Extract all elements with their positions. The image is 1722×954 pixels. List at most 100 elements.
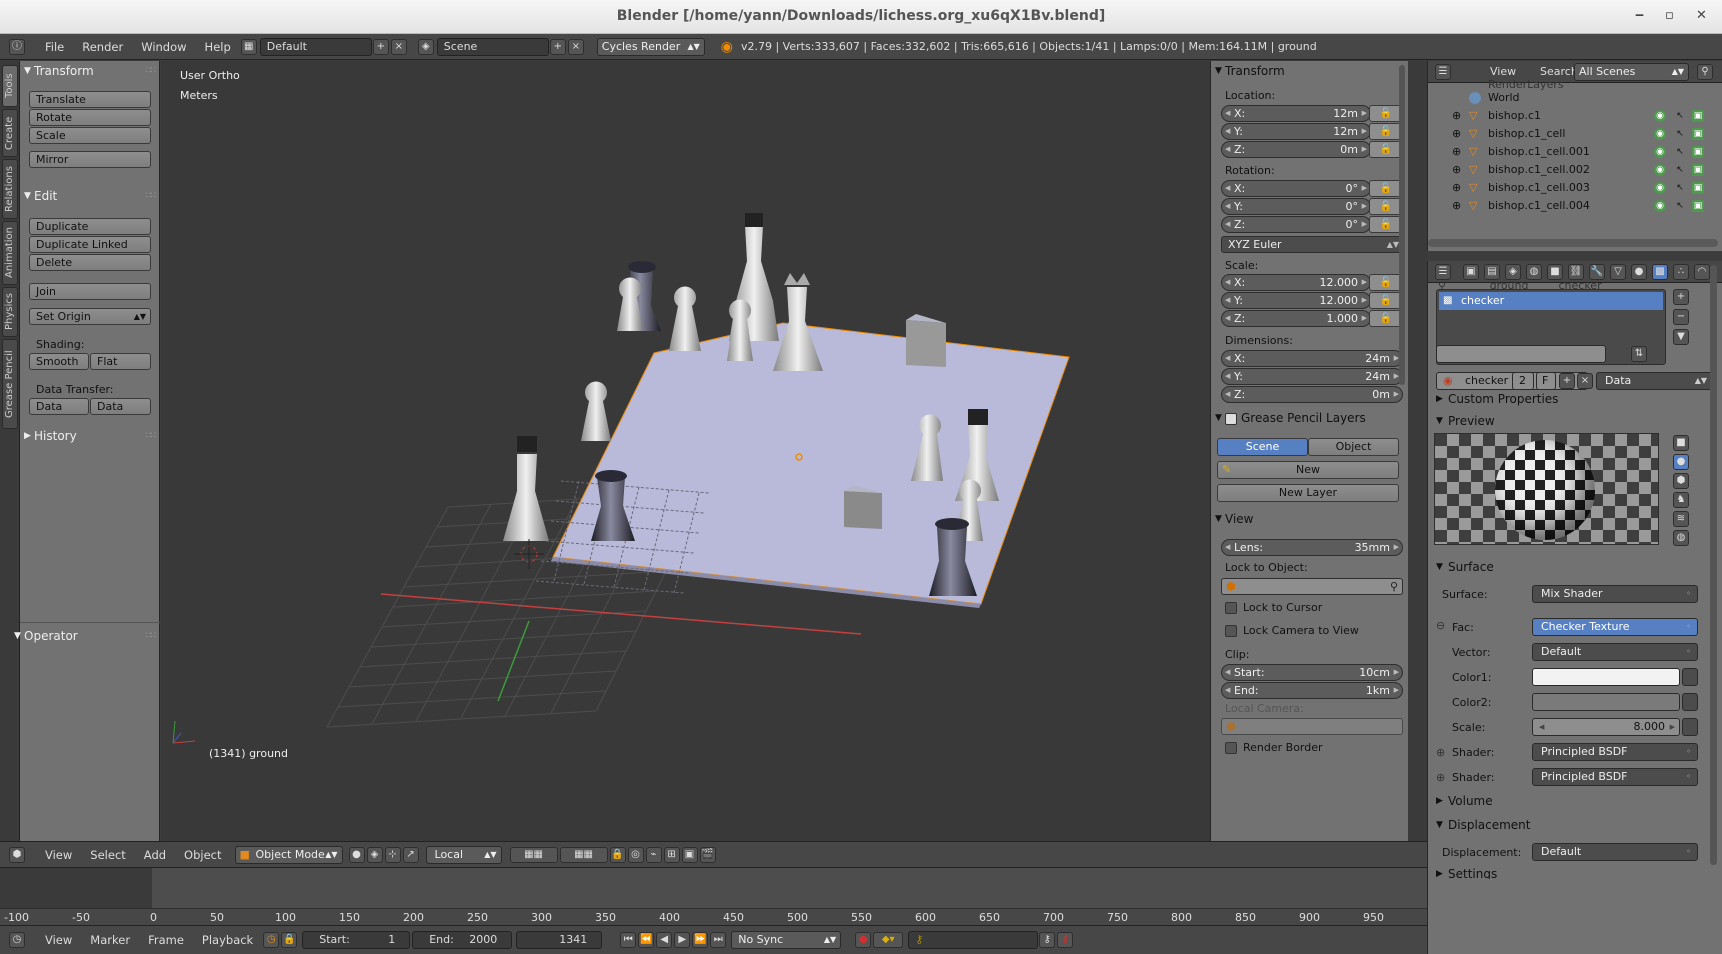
lock-icon[interactable]: 🔓	[1369, 198, 1403, 215]
outliner-row[interactable]: ⊕ ▽ bishop.c1_cell ◉ ↖ ▣	[1428, 125, 1722, 143]
scale-socket[interactable]	[1682, 718, 1698, 736]
outliner-editor-icon[interactable]: ☰	[1435, 64, 1451, 80]
eye-icon[interactable]: ◉	[1654, 200, 1666, 212]
scale-y-field[interactable]: ◀ Y: 12.000 ▶	[1221, 292, 1371, 309]
preview-cube-icon[interactable]: ⬢	[1673, 473, 1689, 489]
render-tab-icon[interactable]: ▣	[1463, 263, 1479, 280]
render-engine-dropdown[interactable]: Cycles Render ▲▼	[596, 37, 705, 56]
data-tab-icon[interactable]: ▽	[1610, 263, 1626, 280]
material-tab-icon[interactable]: ●	[1631, 263, 1647, 280]
tab-tools[interactable]: Tools	[2, 65, 18, 107]
snap-toggle-icon[interactable]: ⌁	[645, 846, 662, 863]
menu-file[interactable]: File	[36, 40, 73, 54]
eye-icon[interactable]: ◉	[1654, 128, 1666, 140]
rotation-y-field[interactable]: ◀ Y: 0° ▶	[1221, 198, 1371, 215]
drag-grip-icon[interactable]: ∷∷	[146, 626, 157, 646]
viewport-shading-icon[interactable]: ●	[348, 846, 365, 863]
smooth-button[interactable]: Smooth	[29, 353, 89, 370]
outliner-scrollbar[interactable]	[1428, 239, 1718, 247]
cursor-icon[interactable]: ↖	[1674, 200, 1686, 212]
scale-field[interactable]: ◀ 8.000 ▶	[1532, 718, 1680, 736]
grease-pencil-header[interactable]: ▼ Grease Pencil Layers	[1211, 408, 1408, 428]
cursor-icon[interactable]: ↖	[1674, 128, 1686, 140]
lock-object-field[interactable]: ⬢ ⚲	[1221, 578, 1403, 595]
shader2-dropdown[interactable]: Principled BSDF ◦	[1532, 768, 1698, 786]
eye-icon[interactable]: ◉	[1654, 182, 1666, 194]
dimensions-y-field[interactable]: ◀ Y: 24m ▶	[1221, 368, 1403, 385]
expand-icon[interactable]: ⊕	[1452, 125, 1461, 143]
particles-tab-icon[interactable]: ∴	[1673, 263, 1689, 280]
slot-menu-icon[interactable]: ▼	[1673, 329, 1689, 345]
color2-swatch[interactable]	[1532, 693, 1680, 711]
menu-frame[interactable]: Frame	[139, 933, 193, 947]
displacement-header[interactable]: ▼ Displacement	[1434, 815, 1714, 835]
opengl-render-icon[interactable]: 🎬	[699, 846, 716, 863]
proportional-edit-icon[interactable]: ◎	[627, 846, 644, 863]
join-button[interactable]: Join	[29, 283, 151, 300]
render-icon[interactable]: ▣	[1692, 110, 1704, 122]
cursor-icon[interactable]: ↖	[1674, 146, 1686, 158]
location-y-field[interactable]: ◀ Y: 12m ▶	[1221, 123, 1371, 140]
start-frame-field[interactable]: Start: 1	[302, 931, 411, 949]
shader1-dropdown[interactable]: Principled BSDF ◦	[1532, 743, 1698, 761]
tab-physics[interactable]: Physics	[2, 287, 18, 337]
render-icon[interactable]: ▣	[1692, 182, 1704, 194]
shader1-expand-icon[interactable]: ⊕	[1436, 746, 1445, 759]
screen-layout-icon[interactable]: ▦	[240, 38, 257, 55]
menu-marker[interactable]: Marker	[81, 933, 139, 947]
increment-arrow-icon[interactable]: ▶	[1670, 719, 1675, 735]
lock-icon[interactable]: 🔓	[1369, 216, 1403, 233]
data-source-dropdown[interactable]: Data ▲▼	[1596, 372, 1714, 390]
texture-tab-icon[interactable]: ▩	[1652, 263, 1668, 280]
preview-hair-icon[interactable]: ≋	[1673, 511, 1689, 527]
operator-panel-header[interactable]: ▼ Operator ∷∷	[10, 626, 156, 646]
unlink-datablock-icon[interactable]: ×	[1577, 373, 1593, 389]
preview-sphere-icon[interactable]: ●	[1673, 454, 1689, 470]
outliner-row-world[interactable]: World	[1428, 89, 1722, 107]
translate-manipulator-icon[interactable]: ↗	[402, 846, 419, 863]
render-border-checkbox[interactable]	[1225, 742, 1237, 754]
lock-range-icon[interactable]: 🔒	[281, 932, 298, 948]
n-transform-header[interactable]: ▼ Transform	[1211, 61, 1408, 81]
decrement-arrow-icon[interactable]: ◀	[1539, 719, 1544, 735]
eyedropper-icon[interactable]: ⚲	[1390, 579, 1398, 594]
lock-icon[interactable]: 🔓	[1369, 310, 1403, 327]
scale-z-field[interactable]: ◀ Z: 1.000 ▶	[1221, 310, 1371, 327]
gp-new-button[interactable]: ✎ New	[1217, 461, 1399, 479]
surface-dropdown[interactable]: Mix Shader ◦	[1532, 585, 1698, 603]
scene-tab-icon[interactable]: ◈	[1505, 263, 1521, 280]
color1-swatch[interactable]	[1532, 668, 1680, 686]
rotation-z-field[interactable]: ◀ Z: 0° ▶	[1221, 216, 1371, 233]
cursor-icon[interactable]: ↖	[1674, 164, 1686, 176]
drag-grip-icon[interactable]: ∷∷	[146, 61, 157, 81]
prev-keyframe-icon[interactable]: ⏪	[638, 932, 655, 948]
keying-set-icon[interactable]: ◆▾	[873, 932, 904, 948]
edit-panel-header[interactable]: ▼ Edit ∷∷	[20, 186, 159, 206]
lock-icon[interactable]: 🔓	[1369, 292, 1403, 309]
remove-slot-icon[interactable]: −	[1673, 309, 1689, 325]
layers-grid-icon[interactable]: ▦▦	[509, 846, 558, 863]
modifiers-tab-icon[interactable]: 🔧	[1589, 263, 1605, 280]
set-origin-dropdown[interactable]: Set Origin ▲▼	[29, 308, 151, 325]
outliner-row[interactable]: ⊕ ▽ bishop.c1_cell.003 ◉ ↖ ▣	[1428, 179, 1722, 197]
orientation-dropdown[interactable]: Local ▲▼	[425, 845, 502, 864]
search-icon[interactable]: ⚲	[1697, 64, 1713, 80]
remove-layout-icon[interactable]: ×	[390, 38, 407, 55]
manipulator-toggle-icon[interactable]: ⊹	[384, 846, 401, 863]
lens-field[interactable]: ◀ Lens: 35mm ▶	[1221, 539, 1403, 556]
tab-animation[interactable]: Animation	[2, 221, 18, 285]
mode-dropdown[interactable]: ■ Object Mode ▲▼	[234, 845, 343, 864]
history-panel-header[interactable]: ▶ History ∷∷	[20, 426, 159, 446]
translate-button[interactable]: Translate	[29, 91, 151, 108]
preview-range-icon[interactable]: ◷	[263, 932, 280, 948]
add-scene-icon[interactable]: +	[549, 38, 566, 55]
clip-start-field[interactable]: ◀ Start: 10cm ▶	[1221, 664, 1403, 681]
expand-icon[interactable]: ⊕	[1452, 197, 1461, 215]
lock-icon[interactable]: 🔓	[1369, 123, 1403, 140]
cursor-icon[interactable]: ↖	[1674, 110, 1686, 122]
scene-field[interactable]: Scene	[436, 37, 549, 56]
mirror-button[interactable]: Mirror	[29, 151, 151, 168]
menu-view[interactable]: View	[36, 933, 81, 947]
lock-icon[interactable]: 🔓	[1369, 105, 1403, 122]
sync-dropdown[interactable]: No Sync ▲▼	[731, 931, 842, 949]
